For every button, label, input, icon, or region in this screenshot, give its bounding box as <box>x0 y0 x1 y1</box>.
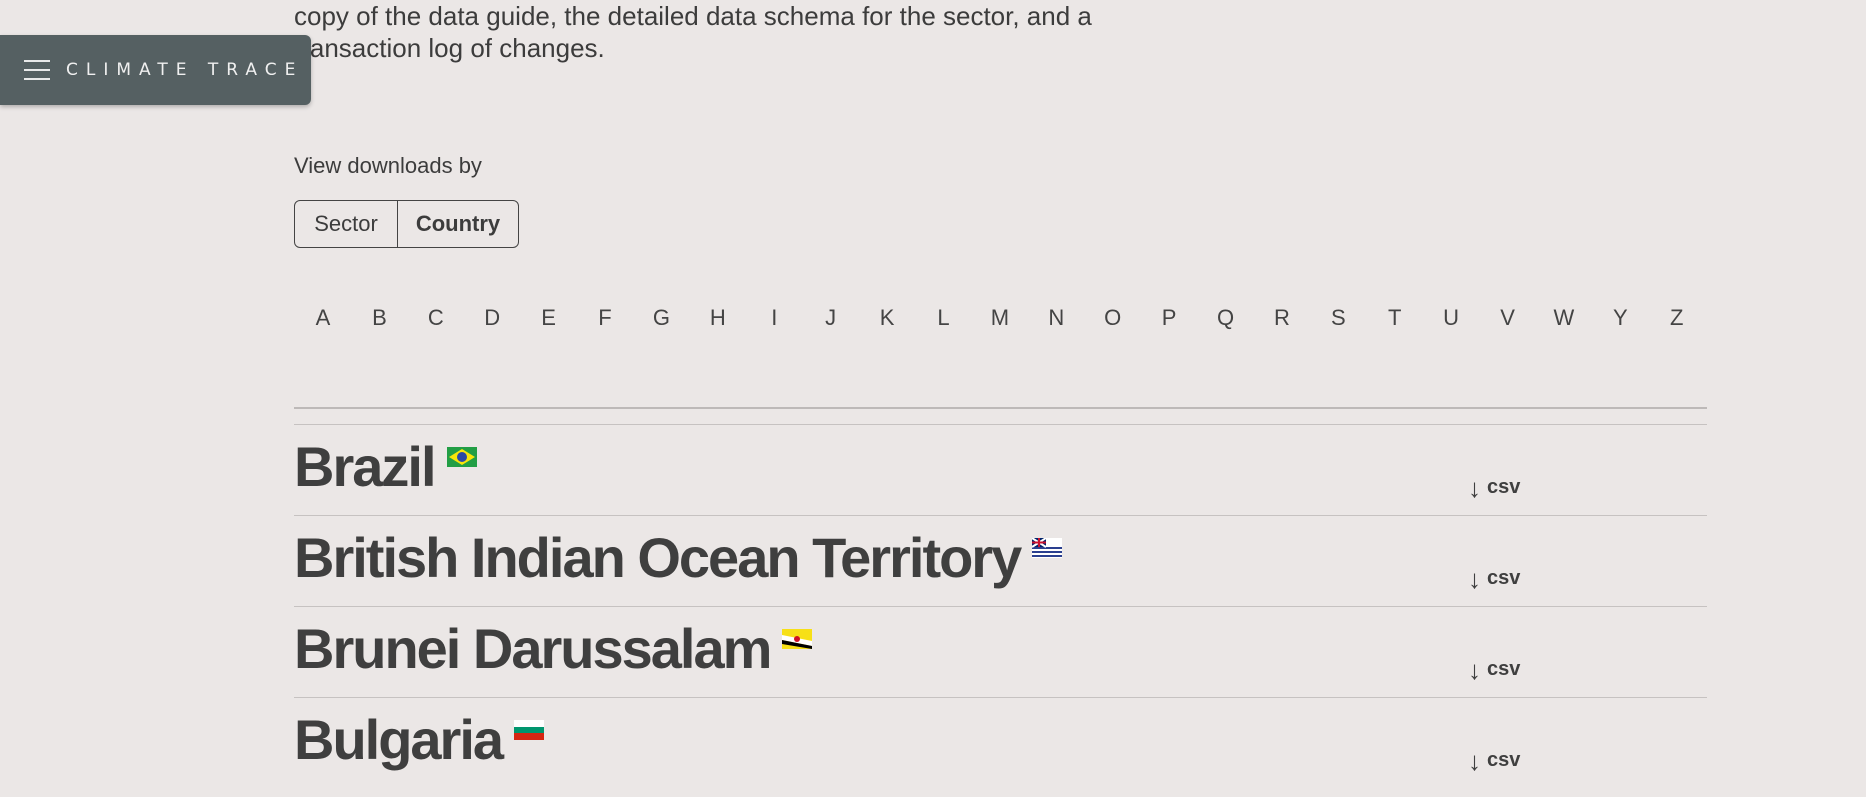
csv-label: csv <box>1487 658 1521 680</box>
letter-p[interactable]: P <box>1155 305 1183 335</box>
view-downloads-label: View downloads by <box>294 153 482 178</box>
toggle-sector-button[interactable]: Sector <box>295 201 398 247</box>
row-divider <box>294 606 1707 607</box>
intro-line-2: transaction log of changes. <box>294 33 605 63</box>
letter-t[interactable]: T <box>1381 305 1409 335</box>
letter-n[interactable]: N <box>1042 305 1070 335</box>
letter-f[interactable]: F <box>591 305 619 335</box>
letter-j[interactable]: J <box>817 305 845 335</box>
letter-v[interactable]: V <box>1494 305 1522 335</box>
country-row-bulgaria: Bulgaria ↓ csv <box>294 707 1707 797</box>
intro-line-1: copy of the data guide, the detailed dat… <box>294 1 1092 31</box>
hamburger-menu-icon[interactable] <box>24 60 50 80</box>
letter-z[interactable]: Z <box>1663 305 1691 335</box>
country-name: Brazil <box>294 434 477 499</box>
letter-q[interactable]: Q <box>1212 305 1240 335</box>
csv-download-button[interactable]: ↓ csv <box>1468 472 1521 503</box>
brazil-flag-icon <box>446 446 477 467</box>
brunei-flag-icon <box>782 628 813 649</box>
letter-y[interactable]: Y <box>1606 305 1634 335</box>
letter-s[interactable]: S <box>1324 305 1352 335</box>
letter-e[interactable]: E <box>535 305 563 335</box>
nav-badge: CLIMATE TRACE <box>0 35 311 105</box>
letter-i[interactable]: I <box>760 305 788 335</box>
letter-d[interactable]: D <box>478 305 506 335</box>
country-label: Bulgaria <box>294 708 504 771</box>
row-divider <box>294 515 1707 516</box>
csv-label: csv <box>1487 749 1521 771</box>
biot-flag-icon <box>1032 537 1063 558</box>
toggle-country-button[interactable]: Country <box>398 201 518 247</box>
country-label: Brunei Darussalam <box>294 617 772 680</box>
down-arrow-icon: ↓ <box>1468 745 1481 776</box>
row-divider <box>294 424 1707 425</box>
country-name: British Indian Ocean Territory <box>294 525 1063 590</box>
letter-w[interactable]: W <box>1550 305 1578 335</box>
letter-k[interactable]: K <box>873 305 901 335</box>
letter-l[interactable]: L <box>929 305 957 335</box>
letter-b[interactable]: B <box>365 305 393 335</box>
letter-h[interactable]: H <box>704 305 732 335</box>
country-row-brazil: Brazil ↓ csv <box>294 434 1707 524</box>
row-divider <box>294 697 1707 698</box>
climate-trace-logo[interactable]: CLIMATE TRACE <box>66 60 303 80</box>
csv-download-button[interactable]: ↓ csv <box>1468 563 1521 594</box>
letter-c[interactable]: C <box>422 305 450 335</box>
down-arrow-icon: ↓ <box>1468 563 1481 594</box>
country-row-british-indian-ocean-territory: British Indian Ocean Territory ↓ csv <box>294 525 1707 615</box>
csv-label: csv <box>1487 476 1521 498</box>
letter-g[interactable]: G <box>647 305 675 335</box>
country-name: Brunei Darussalam <box>294 616 813 681</box>
country-name: Bulgaria <box>294 707 545 772</box>
country-row-brunei-darussalam: Brunei Darussalam ↓ csv <box>294 616 1707 706</box>
bulgaria-flag-icon <box>514 719 545 740</box>
letter-u[interactable]: U <box>1437 305 1465 335</box>
country-label: Brazil <box>294 435 436 498</box>
down-arrow-icon: ↓ <box>1468 654 1481 685</box>
country-label: British Indian Ocean Territory <box>294 526 1022 589</box>
letter-a[interactable]: A <box>309 305 337 335</box>
intro-text: copy of the data guide, the detailed dat… <box>294 0 1194 64</box>
csv-download-button[interactable]: ↓ csv <box>1468 745 1521 776</box>
letter-o[interactable]: O <box>1099 305 1127 335</box>
letter-r[interactable]: R <box>1268 305 1296 335</box>
down-arrow-icon: ↓ <box>1468 472 1481 503</box>
view-toggle: Sector Country <box>294 200 519 248</box>
csv-download-button[interactable]: ↓ csv <box>1468 654 1521 685</box>
csv-label: csv <box>1487 567 1521 589</box>
alphabet-index: A B C D E F G H I J K L M N O P Q R S T … <box>294 305 1706 335</box>
letter-m[interactable]: M <box>986 305 1014 335</box>
list-divider <box>294 407 1707 409</box>
